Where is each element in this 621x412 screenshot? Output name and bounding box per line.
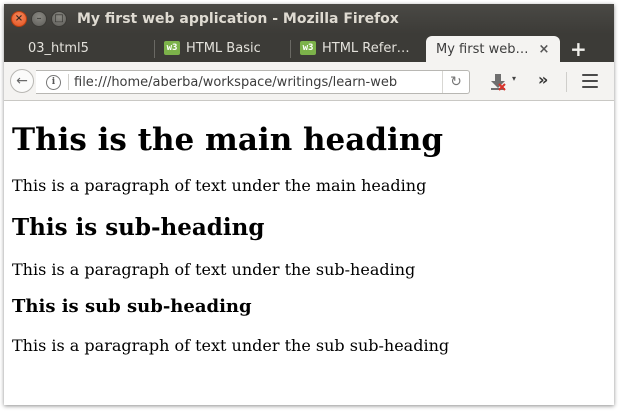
tab-label: HTML Refer… — [322, 40, 410, 56]
tab-03-html5[interactable]: 03_html5 — [28, 34, 89, 62]
tab-html-reference[interactable]: w3 HTML Refer… — [300, 34, 410, 62]
minimize-icon: – — [36, 13, 42, 24]
reload-button[interactable]: ↻ — [442, 71, 469, 93]
maximize-icon: □ — [54, 13, 64, 24]
tab-html-basic[interactable]: w3 HTML Basic — [164, 34, 261, 62]
tab-label: My first web… — [436, 41, 529, 57]
sub-paragraph: This is a paragraph of text under the su… — [12, 260, 416, 279]
chevron-double-right-icon[interactable]: » — [538, 70, 548, 89]
sub-sub-paragraph: This is a paragraph of text under the su… — [12, 336, 450, 355]
back-arrow-icon: ← — [16, 73, 28, 89]
tab-label: 03_html5 — [28, 40, 89, 56]
menu-line — [582, 86, 598, 88]
main-paragraph: This is a paragraph of text under the ma… — [12, 176, 427, 195]
page-content: This is the main heading This is a parag… — [4, 121, 614, 356]
reload-icon: ↻ — [450, 74, 462, 90]
hamburger-menu-icon[interactable] — [582, 74, 598, 88]
w3schools-favicon-icon: w3 — [164, 41, 180, 55]
title-bar: × – □ My first web application - Mozilla… — [4, 4, 614, 34]
sub-sub-heading: This is sub sub-heading — [12, 296, 252, 317]
url-input[interactable]: file:///home/aberba/workspace/writings/l… — [74, 75, 434, 90]
tab-separator — [290, 40, 291, 58]
url-bar[interactable]: i file:///home/aberba/workspace/writings… — [36, 70, 470, 94]
menu-line — [582, 74, 598, 76]
tab-separator — [154, 40, 155, 58]
download-button[interactable] — [488, 72, 508, 92]
close-icon: × — [14, 13, 24, 24]
info-icon[interactable]: i — [46, 74, 61, 90]
w3schools-favicon-icon: w3 — [300, 41, 316, 55]
maximize-window-button[interactable]: □ — [51, 11, 67, 27]
minimize-window-button[interactable]: – — [31, 11, 47, 27]
tab-strip: 03_html5 w3 HTML Basic w3 HTML Refer… My… — [4, 34, 614, 62]
toolbar-divider — [566, 72, 567, 92]
chevron-down-icon[interactable]: ▾ — [512, 74, 516, 83]
download-icon — [491, 74, 506, 91]
sub-heading: This is sub-heading — [12, 214, 265, 241]
browser-window: × – □ My first web application - Mozilla… — [4, 4, 614, 405]
navigation-bar: i file:///home/aberba/workspace/writings… — [4, 62, 614, 101]
close-window-button[interactable]: × — [11, 11, 27, 27]
url-divider — [68, 74, 69, 90]
tab-my-first-web-app[interactable]: My first web… × — [426, 36, 560, 62]
tab-label: HTML Basic — [186, 40, 261, 56]
window-controls: × – □ — [11, 11, 67, 27]
window-title: My first web application - Mozilla Firef… — [77, 11, 399, 27]
close-tab-icon[interactable]: × — [538, 42, 549, 57]
plus-icon[interactable]: + — [570, 37, 587, 61]
main-heading: This is the main heading — [12, 122, 444, 158]
back-button[interactable]: ← — [10, 69, 34, 93]
menu-line — [582, 80, 598, 82]
